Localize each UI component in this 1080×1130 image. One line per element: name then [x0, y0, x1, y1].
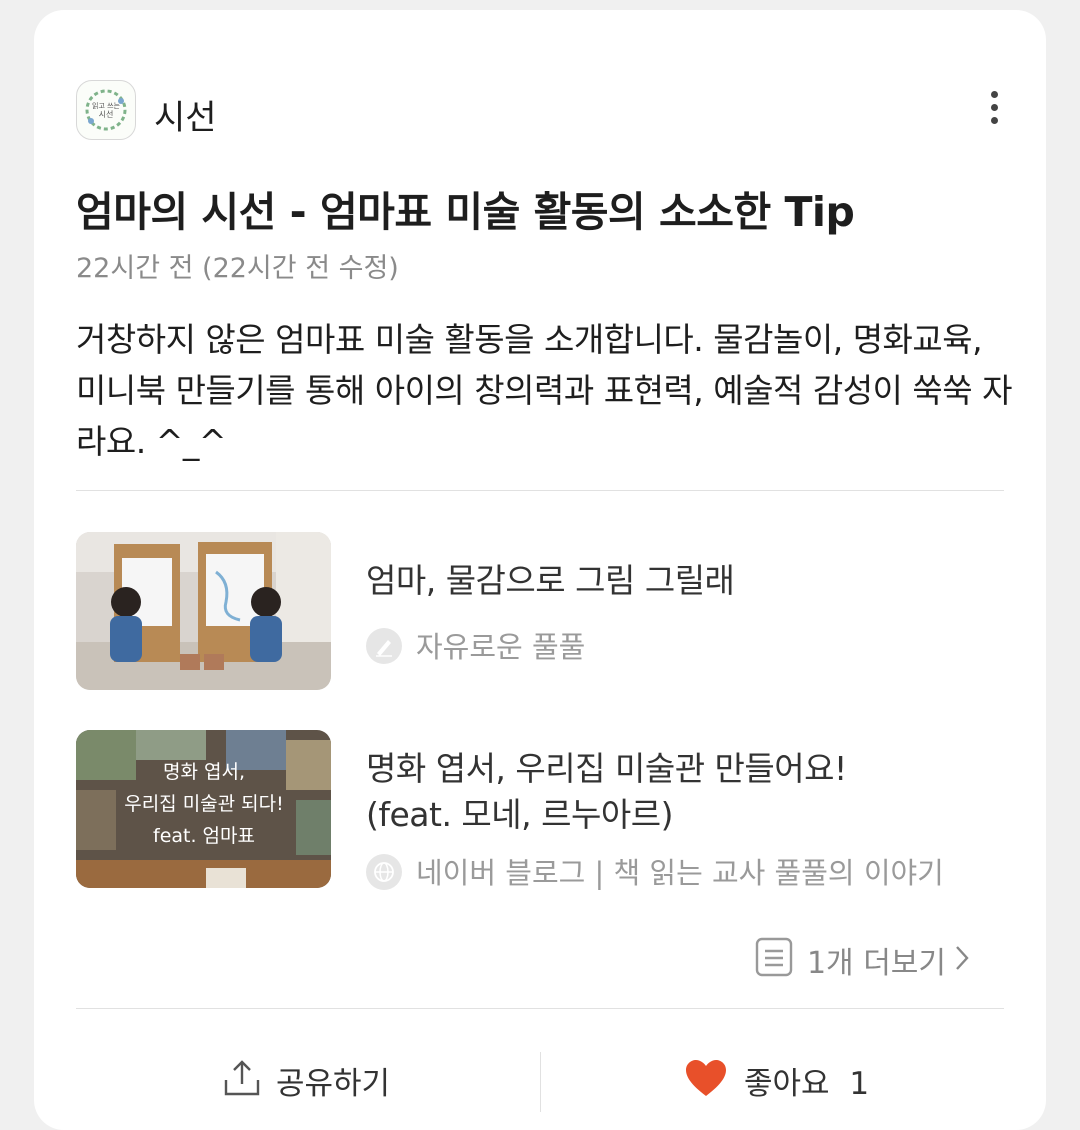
more-posts-label: 1개 더보기 — [806, 946, 946, 981]
document-list-icon — [755, 937, 793, 985]
linked-post-source-text: 네이버 블로그 | 책 읽는 교사 풀풀의 이야기 — [416, 856, 944, 890]
post-timestamp: 22시간 전 (22시간 전 수정) — [76, 253, 399, 284]
channel-name[interactable]: 시선 — [154, 90, 217, 139]
chevron-right-icon — [954, 944, 970, 980]
linked-post-title: 엄마, 물감으로 그림 그릴래 — [366, 561, 735, 600]
like-label: 좋아요 — [744, 1066, 830, 1102]
like-button[interactable]: 좋아요 1 — [684, 1058, 869, 1110]
linked-post-title-line: (feat. 모네, 르누아르) — [366, 795, 673, 834]
linked-post-item[interactable]: 명화 엽서, 우리집 미술관 되다! feat. 엄마표 명화 엽서, 우리집 … — [76, 730, 1006, 890]
linked-post-title: 명화 엽서, 우리집 미술관 만들어요! (feat. 모네, 르누아르) — [366, 746, 1006, 838]
post-title: 엄마의 시선 - 엄마표 미술 활동의 소소한 Tip — [76, 188, 855, 236]
heart-icon — [684, 1058, 728, 1106]
action-bar: 공유하기 좋아요 1 — [76, 1042, 1004, 1112]
channel-header: 읽고 쓰는 시선 시선 — [76, 80, 1006, 144]
linked-post-item[interactable]: 엄마, 물감으로 그림 그릴래 자유로운 풀풀 — [76, 532, 1006, 690]
like-count: 1 — [849, 1066, 870, 1102]
more-options-icon[interactable] — [982, 86, 1006, 132]
share-button[interactable]: 공유하기 — [222, 1058, 390, 1110]
share-icon — [222, 1058, 262, 1106]
linked-post-source: 네이버 블로그 | 책 읽는 교사 풀풀의 이야기 — [366, 850, 944, 893]
globe-icon — [366, 854, 402, 890]
more-posts-link[interactable]: 1개 더보기 — [755, 937, 970, 989]
post-card: 읽고 쓰는 시선 시선 엄마의 시선 - 엄마표 미술 활동의 소소한 Tip … — [34, 10, 1046, 1130]
avatar-text-1: 읽고 쓰는 — [92, 102, 121, 110]
divider — [76, 490, 1004, 491]
share-label: 공유하기 — [276, 1066, 391, 1102]
book-wreath-logo-icon: 읽고 쓰는 시선 — [85, 89, 127, 131]
avatar-text-2: 시선 — [99, 110, 114, 119]
post-description: 거창하지 않은 엄마표 미술 활동을 소개합니다. 물감놀이, 명화교육, 미니… — [76, 320, 1012, 461]
divider — [76, 1008, 1004, 1009]
linked-post-title-line: 명화 엽서, 우리집 미술관 만들어요! — [366, 749, 847, 788]
post-thumbnail: 명화 엽서, 우리집 미술관 되다! feat. 엄마표 — [76, 730, 331, 888]
channel-avatar[interactable]: 읽고 쓰는 시선 — [76, 80, 136, 140]
pen-icon — [366, 628, 402, 664]
thumb-text-3: feat. 엄마표 — [153, 825, 255, 847]
post-thumbnail — [76, 532, 331, 690]
action-separator — [540, 1052, 541, 1112]
linked-post-source-text: 자유로운 풀풀 — [416, 630, 586, 664]
linked-post-source: 자유로운 풀풀 — [366, 624, 585, 667]
thumb-text-1: 명화 엽서, — [163, 761, 245, 783]
thumb-text-2: 우리집 미술관 되다! — [124, 793, 284, 815]
